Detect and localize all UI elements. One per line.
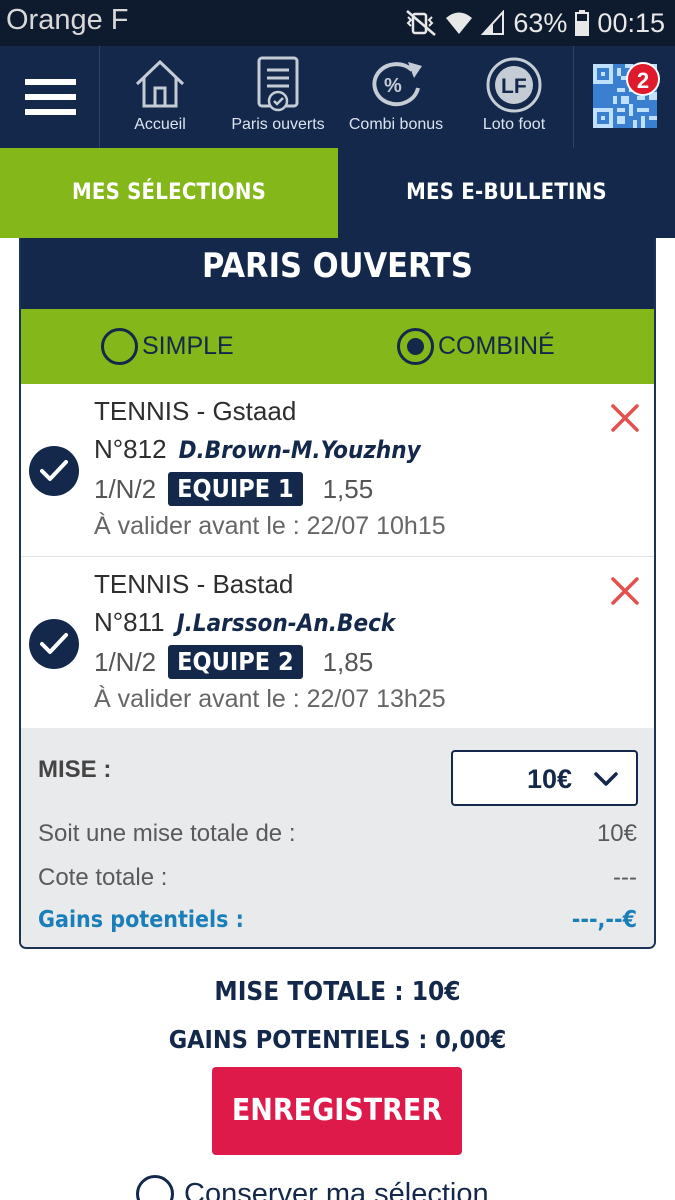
bet-market: 1/N/2 (94, 646, 157, 677)
register-button[interactable]: ENREGISTRER (212, 1067, 462, 1155)
svg-text:%: % (384, 75, 402, 97)
notification-badge: 2 (626, 62, 660, 96)
status-bar: Orange F 63% 00:15 (0, 0, 675, 46)
total-stake-label: Soit une mise totale de : (38, 820, 296, 847)
total-stake-row: Soit une mise totale de : 10€ (38, 820, 637, 848)
chevron-down-icon (594, 772, 618, 786)
keep-selection-option[interactable]: Conserver ma sélection (136, 1175, 489, 1200)
nav-combi-bonus[interactable]: % Combi bonus (337, 46, 455, 148)
svg-text:LF: LF (501, 75, 527, 98)
radio-combine[interactable]: COMBINÉ (397, 327, 555, 365)
close-icon[interactable] (609, 402, 641, 434)
bet-match: N°811 J.Larsson-An.Beck (94, 607, 395, 638)
mute-vibrate-icon (405, 9, 437, 37)
bet-match: N°812 D.Brown-M.Youzhny (94, 434, 421, 465)
bet-number: N°812 (94, 434, 167, 464)
tab-mes-e-bulletins[interactable]: MES E-BULLETINS (338, 148, 675, 238)
check-icon[interactable] (29, 619, 79, 669)
signal-icon (481, 10, 505, 36)
wifi-icon (445, 10, 473, 36)
battery-icon (575, 10, 590, 36)
check-icon[interactable] (29, 446, 79, 496)
hamburger-icon-bar (25, 109, 76, 115)
total-odds-label: Cote totale : (38, 864, 168, 891)
status-icons: 63% 00:15 (405, 6, 665, 40)
stake-label: MISE : (38, 756, 112, 783)
home-icon (132, 56, 188, 117)
total-stake: MISE TOTALE : 10€ (214, 977, 461, 1007)
battery-percent: 63% (513, 7, 568, 38)
radio-label: SIMPLE (142, 331, 234, 360)
menu-button[interactable] (0, 46, 100, 148)
radio-label: COMBINÉ (438, 331, 555, 360)
bet-mode-selector: SIMPLE COMBINÉ (21, 309, 654, 384)
qr-code-button[interactable]: 2 (573, 46, 675, 148)
tab-mes-selections[interactable]: MES SÉLECTIONS (0, 148, 338, 238)
bet-number: N°811 (94, 607, 165, 637)
hamburger-icon (25, 79, 76, 85)
bet-pick-badge: EQUIPE 2 (168, 645, 303, 679)
hamburger-icon-bar (25, 94, 76, 100)
potential-gains-label: Gains potentiels : (38, 907, 244, 933)
bet-market: 1/N/2 (94, 473, 157, 504)
bet-pick-badge: EQUIPE 1 (168, 472, 303, 506)
total-odds-value: --- (613, 864, 637, 891)
potential-gains-row: Gains potentiels : ---,--€ (38, 907, 637, 933)
keep-selection-label: Conserver ma sélection (184, 1177, 489, 1200)
top-navigation: Accueil Paris ouverts % Combi bonus LF L… (0, 46, 675, 148)
card-title: PARIS OUVERTS (21, 238, 654, 309)
bet-sport: TENNIS - Bastad (94, 569, 294, 599)
nav-loto-foot[interactable]: LF Loto foot (455, 46, 573, 148)
bet-odds: 1,85 (322, 646, 374, 677)
potential-gains-value: ---,--€ (571, 907, 637, 933)
bet-odds-line: 1/N/2 EQUIPE 2 1,85 (94, 645, 373, 679)
bet-odds: 1,55 (322, 473, 374, 504)
bet-deadline: À valider avant le : 22/07 10h15 (94, 512, 446, 540)
total-potential-gains: GAINS POTENTIELS : 0,00€ (168, 1025, 507, 1054)
radio-simple[interactable]: SIMPLE (101, 327, 234, 365)
stake-select[interactable]: 10€ (451, 750, 638, 806)
stake-summary: MISE : 10€ Soit une mise totale de : 10€… (21, 728, 654, 947)
radio-checked-icon (397, 327, 434, 365)
bet-item: TENNIS - Bastad N°811 J.Larsson-An.Beck 1… (21, 556, 654, 728)
percent-icon: % (366, 56, 426, 117)
nav-accueil[interactable]: Accueil (101, 46, 219, 148)
bet-teams: D.Brown-M.Youzhny (178, 436, 421, 464)
radio-unchecked-icon (136, 1175, 174, 1200)
stake-value: 10€ (526, 764, 572, 794)
total-odds-row: Cote totale : --- (38, 864, 637, 892)
bet-deadline: À valider avant le : 22/07 13h25 (94, 685, 446, 713)
close-icon[interactable] (609, 575, 641, 607)
bet-item: TENNIS - Gstaad N°812 D.Brown-M.Youzhny 1… (21, 384, 654, 556)
bet-teams: J.Larsson-An.Beck (176, 609, 396, 637)
total-stake-value: 10€ (596, 820, 637, 847)
bet-sport: TENNIS - Gstaad (94, 396, 297, 426)
bet-slip-card: PARIS OUVERTS SIMPLE COMBINÉ TENNIS - Gs… (19, 238, 656, 949)
bet-odds-line: 1/N/2 EQUIPE 1 1,55 (94, 472, 373, 506)
nav-paris-ouverts[interactable]: Paris ouverts (219, 46, 337, 148)
carrier-name: Orange F (6, 4, 129, 36)
bet-slip-icon (256, 56, 300, 117)
lf-icon: LF (485, 56, 543, 119)
radio-unchecked-icon (101, 327, 138, 365)
nav-label: Loto foot (482, 116, 546, 133)
clock: 00:15 (597, 7, 665, 38)
